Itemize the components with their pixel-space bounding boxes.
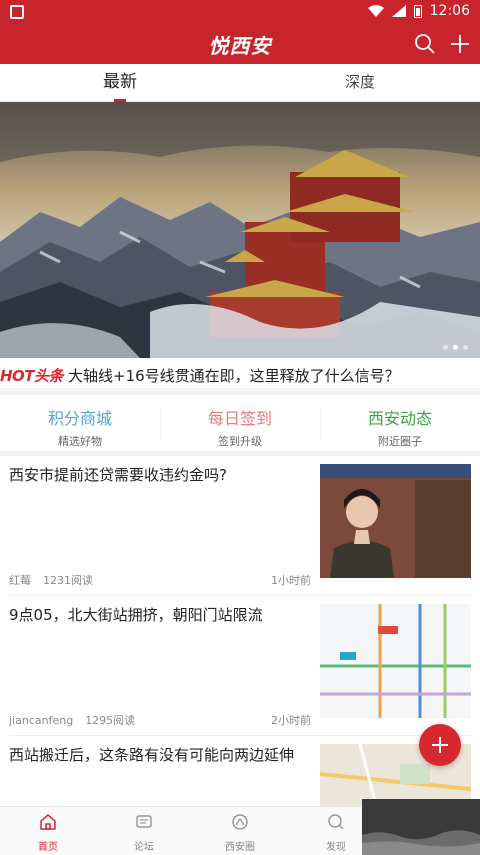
- news-item[interactable]: 西安市提前还贷需要收违约金吗? 红莓 1231阅读 1小时前: [0, 456, 480, 596]
- tab-latest-label: 最新: [103, 72, 137, 92]
- nav-label: 首页: [38, 842, 58, 853]
- news-author: jiancanfeng: [9, 714, 74, 727]
- hot-badge: HOT头条: [0, 367, 64, 385]
- tab-latest[interactable]: 最新: [60, 64, 180, 102]
- news-views: 1231阅读: [43, 574, 93, 587]
- news-meta: jiancanfeng 1295阅读 2小时前: [9, 712, 311, 728]
- news-thumbnail: [320, 464, 471, 578]
- quick-link-title: 积分商城: [47, 409, 112, 428]
- news-headline: 西安市提前还贷需要收违约金吗?: [9, 466, 227, 484]
- forum-icon: [136, 815, 152, 828]
- news-headline: 9点05，北大街站拥挤，朝阳门站限流: [9, 606, 263, 624]
- hot-headline-text: 大轴线+16号线贯通在即，这里释放了什么信号？: [68, 367, 400, 385]
- nav-item-xian-circle[interactable]: 西安圈: [192, 807, 288, 855]
- news-time: 1小时前: [271, 574, 311, 587]
- banner-carousel[interactable]: [0, 102, 480, 358]
- tab-depth-label: 深度: [344, 73, 375, 91]
- news-author: 红莓: [9, 574, 31, 587]
- signal-icon: [391, 5, 406, 17]
- quick-link-title: 每日签到: [207, 409, 272, 428]
- notification-icon: [10, 5, 24, 19]
- nav-item-home[interactable]: 首页: [0, 807, 96, 855]
- quick-links: 积分商城 精选好物 每日签到 签到升级 西安动态 附近圈子: [0, 391, 480, 451]
- quick-link-subtitle: 附近圈子: [378, 435, 422, 448]
- news-time: 2小时前: [271, 714, 311, 727]
- app-bar: 悦西安: [0, 24, 480, 64]
- hot-headline-bar[interactable]: HOT头条 大轴线+16号线贯通在即，这里释放了什么信号？: [0, 358, 480, 390]
- battery-icon: [413, 4, 422, 18]
- quick-link-subtitle: 精选好物: [58, 435, 102, 448]
- search-icon[interactable]: [414, 33, 436, 55]
- quick-link-subtitle: 签到升级: [218, 435, 262, 448]
- status-bar: 12:06: [0, 0, 480, 24]
- nav-label: 西安圈: [225, 842, 255, 853]
- home-icon: [40, 814, 56, 830]
- tab-bar: 最新 深度: [0, 64, 480, 102]
- create-post-button[interactable]: [419, 724, 461, 766]
- news-views: 1295阅读: [85, 714, 136, 727]
- app-title: 悦西安: [208, 34, 272, 58]
- quick-link-points-mall[interactable]: 积分商城 精选好物: [0, 395, 160, 451]
- carousel-dots: [443, 345, 468, 350]
- quick-link-daily-checkin[interactable]: 每日签到 签到升级: [160, 395, 320, 451]
- carousel-dot: [463, 345, 468, 350]
- plus-icon: [432, 737, 448, 753]
- carousel-dot-active: [453, 345, 458, 350]
- news-meta: 红莓 1231阅读 1小时前: [9, 572, 311, 588]
- news-item[interactable]: 9点05，北大街站拥挤，朝阳门站限流 jiancanfeng 1295阅读 2小时…: [0, 596, 480, 736]
- discover-icon: [328, 814, 344, 830]
- wifi-icon: [367, 5, 384, 17]
- quick-link-title: 西安动态: [367, 409, 432, 428]
- circle-icon: [232, 814, 248, 830]
- add-icon[interactable]: [448, 32, 472, 56]
- carousel-dot: [443, 345, 448, 350]
- banner-image: [0, 102, 480, 358]
- news-thumbnail: [320, 604, 471, 718]
- nav-item-forum[interactable]: 论坛: [96, 807, 192, 855]
- quick-link-xian-news[interactable]: 西安动态 附近圈子: [320, 395, 480, 451]
- tab-depth[interactable]: 深度: [300, 64, 420, 102]
- nav-label: 论坛: [134, 842, 154, 853]
- status-time: 12:06: [429, 3, 470, 19]
- news-headline: 西站搬迁后，这条路有没有可能向两边延伸: [9, 746, 295, 764]
- corner-overlay-image: [362, 799, 480, 855]
